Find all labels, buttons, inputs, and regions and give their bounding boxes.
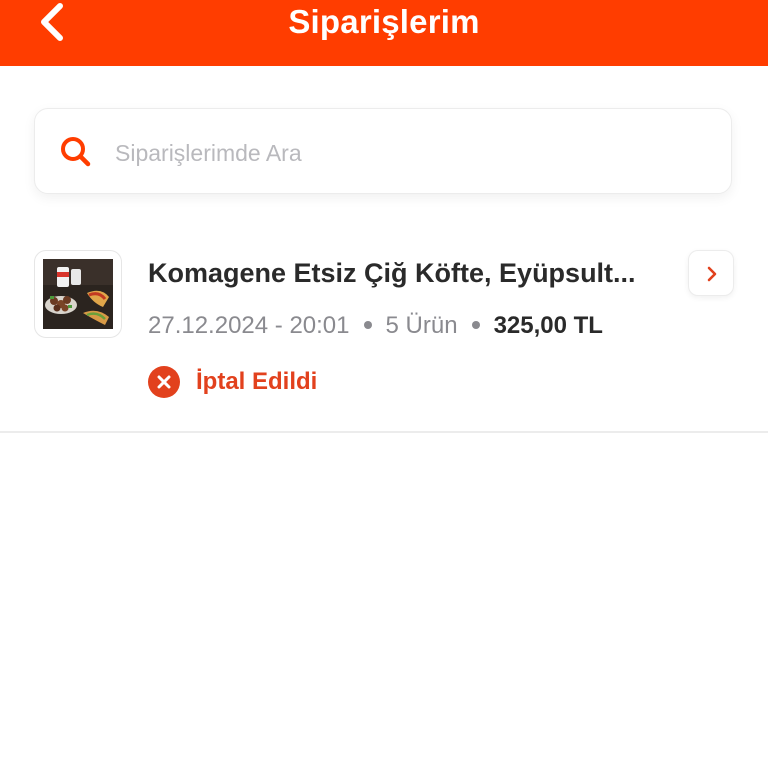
order-date-time: 27.12.2024 - 20:01	[148, 312, 350, 339]
order-detail-button[interactable]	[688, 250, 734, 296]
order-meta: 27.12.2024 - 20:01 5 Ürün 325,00 TL	[148, 312, 603, 340]
order-list-item[interactable]: Komagene Etsiz Çiğ Köfte, Eyüpsult... 27…	[0, 232, 768, 431]
order-total: 325,00 TL	[493, 312, 603, 339]
page-title: Siparişlerim	[288, 3, 480, 40]
search-icon	[61, 137, 91, 167]
status-label: İptal Edildi	[196, 368, 318, 395]
app-header: Siparişlerim	[0, 0, 768, 66]
chevron-right-icon	[707, 266, 717, 282]
separator-dot	[363, 320, 372, 329]
food-image	[43, 259, 113, 329]
order-item-count: 5 Ürün	[385, 312, 458, 339]
close-circle-icon	[148, 366, 180, 398]
restaurant-name: Komagene Etsiz Çiğ Köfte, Eyüpsult...	[148, 258, 636, 288]
list-divider	[0, 431, 768, 433]
search-bar[interactable]	[34, 108, 732, 194]
search-input[interactable]	[113, 129, 677, 177]
restaurant-thumbnail	[34, 250, 122, 338]
separator-dot	[471, 320, 480, 329]
